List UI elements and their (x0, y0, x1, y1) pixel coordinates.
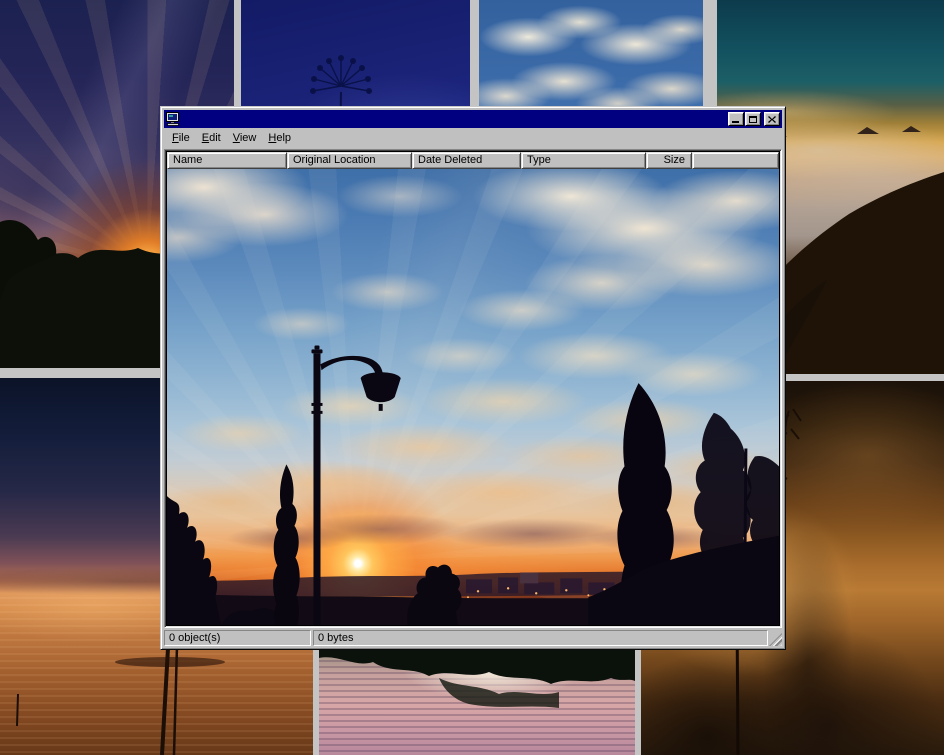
status-size: 0 bytes (313, 630, 768, 646)
minimize-button[interactable] (728, 112, 744, 126)
list-view[interactable]: Name Original Location Date Deleted Type… (164, 149, 782, 628)
explorer-window: File Edit View Help Name Original Locati… (160, 106, 786, 650)
folder-background-photo (167, 169, 779, 625)
resize-grip-icon[interactable] (769, 633, 782, 646)
maximize-icon (749, 116, 757, 123)
maximize-button[interactable] (745, 112, 761, 126)
menu-view[interactable]: View (227, 130, 263, 147)
column-header-size[interactable]: Size (646, 152, 692, 169)
window-titlebar[interactable] (164, 110, 782, 128)
menu-bar: File Edit View Help (164, 128, 782, 148)
status-bar: 0 object(s) 0 bytes (164, 630, 782, 646)
photo-silhouettes (167, 169, 779, 625)
window-icon[interactable] (166, 112, 180, 126)
status-objects: 0 object(s) (164, 630, 311, 646)
close-button[interactable] (764, 112, 780, 126)
column-header-date-deleted[interactable]: Date Deleted (412, 152, 521, 169)
cypress-tree-silhouette (273, 464, 300, 625)
menu-file[interactable]: File (166, 130, 196, 147)
desktop: { "window": { "title": "", "menu_items":… (0, 0, 944, 755)
column-header-type[interactable]: Type (521, 152, 646, 169)
menu-help[interactable]: Help (262, 130, 297, 147)
column-header-row: Name Original Location Date Deleted Type… (167, 152, 779, 169)
left-bush-silhouette (167, 496, 221, 625)
column-header-original-location[interactable]: Original Location (287, 152, 412, 169)
column-header-name[interactable]: Name (167, 152, 287, 169)
minimize-icon (732, 121, 739, 123)
close-icon (768, 116, 776, 123)
menu-edit[interactable]: Edit (196, 130, 227, 147)
column-header-filler (692, 152, 779, 169)
